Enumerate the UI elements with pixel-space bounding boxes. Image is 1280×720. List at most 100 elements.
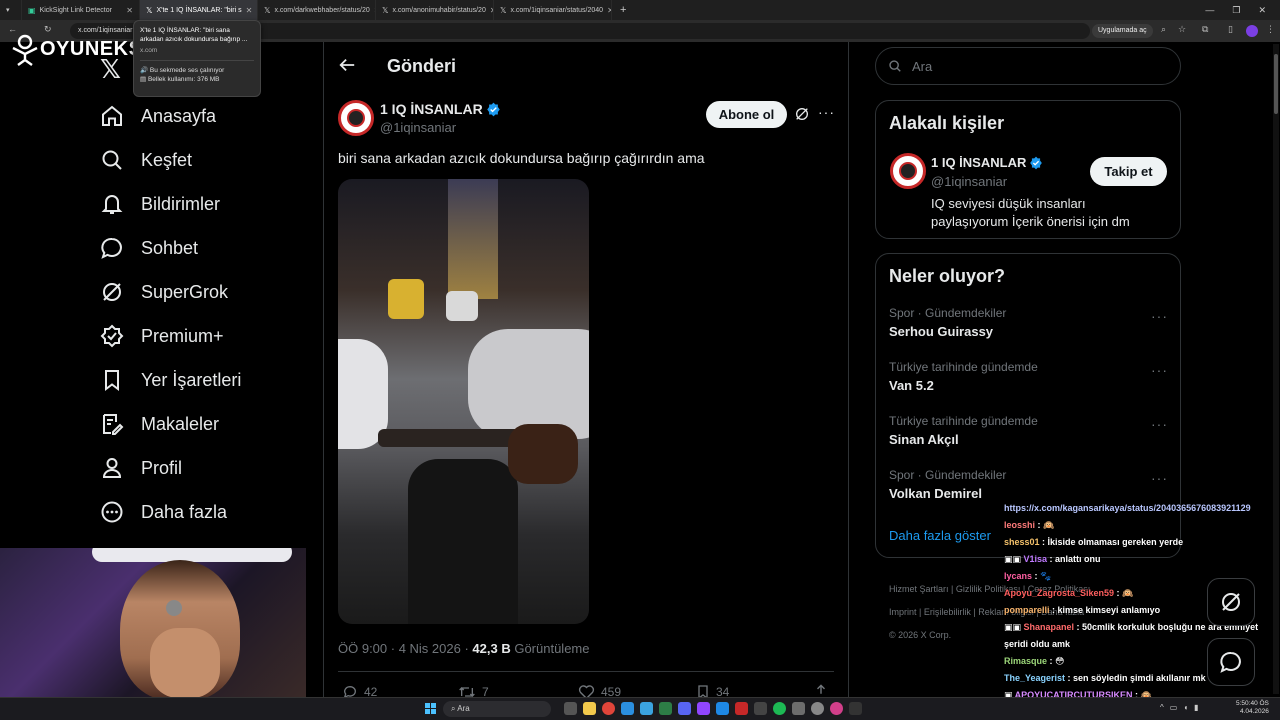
trend-more-icon[interactable]: ··· [1151, 362, 1168, 378]
sidebar-item-chat[interactable]: Sohbet [100, 232, 198, 264]
related-people-card: Alakalı kişiler 1 IQ İNSANLAR @1iqinsani… [875, 100, 1181, 239]
file-explorer-icon[interactable] [583, 702, 596, 715]
footer-link[interactable]: Erişilebilirlik [924, 607, 971, 617]
verified-icon [100, 324, 124, 348]
spotify-icon[interactable] [773, 702, 786, 715]
more-options-icon[interactable]: ··· [818, 104, 835, 120]
messages-floating-button[interactable] [1207, 638, 1255, 686]
subscribe-button[interactable]: Abone ol [706, 101, 787, 128]
trend-item[interactable]: Spor · Gündemdekiler Volkan Demirel [889, 468, 1169, 501]
author-name-row[interactable]: 1 IQ İNSANLAR [380, 101, 501, 117]
video-motorbike [408, 459, 518, 624]
author-handle[interactable]: @1iqinsaniar [380, 120, 456, 135]
maximize-icon[interactable]: ❐ [1232, 5, 1240, 16]
sidebar-item-profile[interactable]: Profil [100, 452, 182, 484]
app-icon[interactable] [659, 702, 672, 715]
grok-icon[interactable] [794, 106, 810, 127]
show-more-link[interactable]: Daha fazla göster [889, 528, 991, 543]
minimize-icon[interactable]: — [1205, 5, 1214, 16]
chevron-up-icon[interactable]: ^ [1160, 703, 1164, 712]
browser-menu-icon[interactable]: ⋮ [1266, 24, 1275, 35]
chat-text: : sen söyledin şimdi akıllanır mk [1065, 673, 1206, 683]
edge-icon[interactable] [621, 702, 634, 715]
profile-avatar-icon[interactable] [1246, 25, 1258, 37]
sidebar-item-articles[interactable]: Makaleler [100, 408, 219, 440]
trend-item[interactable]: Türkiye tarihinde gündemde Sinan Akçıl [889, 414, 1169, 447]
taskbar-clock[interactable]: 5:50:40 ÖS 4.04.2026 [1236, 700, 1269, 716]
related-name-row[interactable]: 1 IQ İNSANLAR [931, 155, 1043, 170]
obs-icon[interactable] [754, 702, 767, 715]
footer-link[interactable]: Imprint [889, 607, 917, 617]
chat-username: pomparelli [1004, 605, 1050, 615]
app-icon[interactable] [811, 702, 824, 715]
microphone-icon [166, 600, 182, 616]
tab-menu-button[interactable]: ▾ [0, 0, 22, 20]
follow-button[interactable]: Takip et [1090, 157, 1167, 186]
mascot-icon [12, 34, 38, 66]
browser-tab-active[interactable]: 𝕏 X'te 1 IQ İNSANLAR: "biri s ✕ [140, 0, 258, 20]
trend-more-icon[interactable]: ··· [1151, 470, 1168, 486]
chat-username: leosshi [1004, 520, 1036, 530]
tab-close-icon[interactable]: ✕ [486, 6, 493, 15]
open-in-app-button[interactable]: Uygulamada aç [1092, 24, 1153, 38]
browser-tab[interactable]: 𝕏x.com/darkwebhaber/status/20✕ [258, 0, 376, 20]
trend-item[interactable]: Spor · Gündemdekiler Serhou Guirassy [889, 306, 1169, 339]
sidebar-item-premium[interactable]: Premium+ [100, 320, 224, 352]
app-icon[interactable] [716, 702, 729, 715]
search-input[interactable]: Ara [875, 47, 1181, 85]
app-icon[interactable] [735, 702, 748, 715]
browser-tab[interactable]: ▣ KickSight Link Detector ✕ [22, 0, 140, 20]
app-icon[interactable] [849, 702, 862, 715]
related-avatar[interactable] [890, 153, 926, 189]
scrollbar-track[interactable] [1273, 44, 1279, 694]
extensions-icon[interactable]: ⧉ [1202, 24, 1208, 35]
task-view-icon[interactable] [564, 702, 577, 715]
scrollbar-thumb[interactable] [1274, 54, 1278, 114]
sidebar-item-label: Sohbet [141, 237, 199, 258]
footer-link[interactable]: Hizmet Şartları [889, 584, 949, 594]
sidebar-item-more[interactable]: Daha fazla [100, 496, 227, 528]
tab-close-icon[interactable]: ✕ [603, 6, 611, 15]
network-icon[interactable]: ▭ [1170, 703, 1178, 712]
trend-more-icon[interactable]: ··· [1151, 416, 1168, 432]
new-tab-button[interactable]: + [612, 4, 634, 16]
sidebar-item-bookmarks[interactable]: Yer İşaretleri [100, 364, 241, 396]
post-video[interactable] [338, 179, 589, 624]
battery-icon[interactable]: ▮ [1194, 703, 1198, 712]
sidebar-item-notifications[interactable]: Bildirimler [100, 188, 220, 220]
volume-icon[interactable]: ◖ [1183, 703, 1188, 712]
page-title: Gönderi [387, 56, 457, 76]
app-icon[interactable] [792, 702, 805, 715]
star-icon[interactable]: ☆ [1178, 24, 1186, 35]
system-tray[interactable]: ^ ▭ ◖ ▮ [1160, 703, 1199, 712]
discord-icon[interactable] [678, 702, 691, 715]
taskbar-search-placeholder: Ara [457, 704, 470, 713]
grok-floating-button[interactable] [1207, 578, 1255, 626]
video-car [446, 291, 478, 321]
sidebar-icon[interactable]: ▯ [1228, 24, 1233, 35]
chat-text: : İkiside olmaması gereken yerde [1039, 537, 1184, 547]
sidebar-item-home[interactable]: Anasayfa [100, 100, 216, 132]
post-time[interactable]: ÖÖ 9:00 · 4 Nis 2026 · [338, 641, 472, 656]
chrome-icon[interactable] [602, 702, 615, 715]
related-handle[interactable]: @1iqinsaniar [931, 174, 1007, 189]
tab-close-icon[interactable]: ✕ [122, 6, 133, 15]
zoom-icon[interactable]: ⌕ [1161, 24, 1166, 35]
trend-more-icon[interactable]: ··· [1151, 308, 1168, 324]
avatar[interactable] [338, 100, 374, 136]
taskbar-search-input[interactable]: ⌕ Ara [443, 701, 551, 717]
app-icon[interactable] [830, 702, 843, 715]
back-arrow-icon[interactable] [338, 56, 356, 79]
trend-item[interactable]: Türkiye tarihinde gündemde Van 5.2 [889, 360, 1169, 393]
twitch-icon[interactable] [697, 702, 710, 715]
chat-text: : 🐾 [1032, 571, 1052, 581]
tooltip-title: X'te 1 IQ İNSANLAR: "biri sana arkadan a… [140, 27, 248, 43]
sidebar-item-supergrok[interactable]: SuperGrok [100, 276, 228, 308]
browser-tab[interactable]: 𝕏x.com/1iqinsaniar/status/2040✕ [494, 0, 612, 20]
tab-close-icon[interactable]: ✕ [242, 6, 253, 15]
browser-tab[interactable]: 𝕏x.com/anonimuhabir/status/20✕ [376, 0, 494, 20]
sidebar-item-explore[interactable]: Keşfet [100, 144, 192, 176]
windows-start-icon[interactable] [425, 703, 436, 714]
app-icon[interactable] [640, 702, 653, 715]
window-close-icon[interactable]: ✕ [1258, 5, 1266, 16]
